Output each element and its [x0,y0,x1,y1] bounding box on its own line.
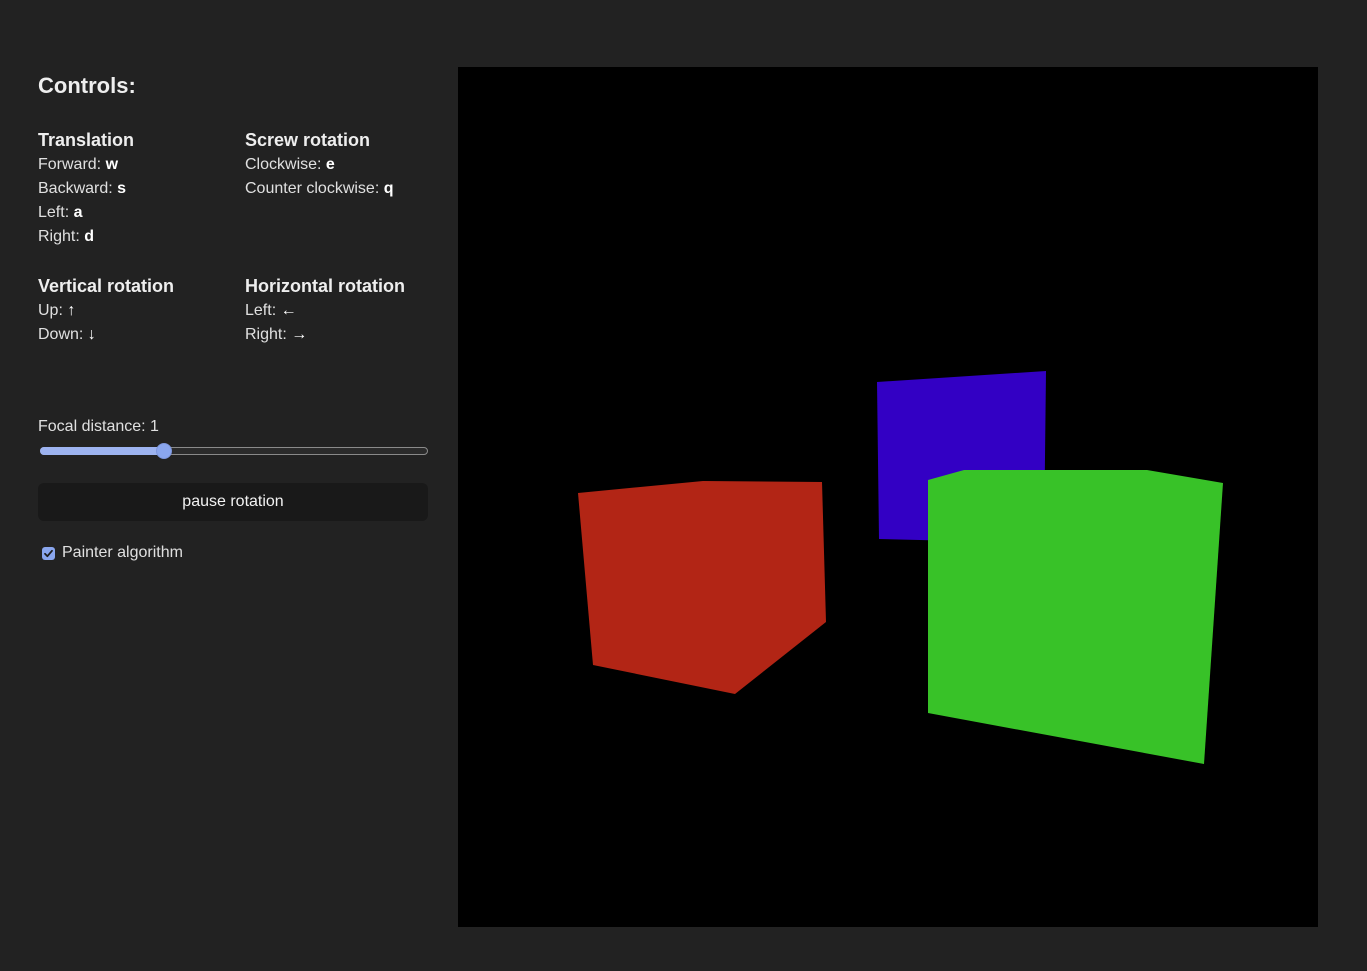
key-row-right: Right: d [38,225,245,249]
key-value: q [383,180,394,197]
key-value: d [84,228,95,245]
painter-algorithm-checkbox[interactable] [42,546,55,560]
focal-distance-control: Focal distance: 1 [38,416,430,460]
key-label: Left: [245,302,281,319]
pause-rotation-button[interactable]: pause rotation [38,483,428,521]
red-cube [578,481,826,694]
key-row-right: Right: → [245,323,430,347]
arrow-up-icon: ↑ [67,302,76,319]
key-value: e [325,156,335,173]
screw-rotation-group: Screw rotation Clockwise: e Counter cloc… [245,127,430,249]
painter-algorithm-label: Painter algorithm [62,544,183,561]
key-label: Clockwise: [245,156,326,173]
horizontal-rotation-group: Horizontal rotation Left: ← Right: → [245,273,430,347]
translation-group: Translation Forward: w Backward: s Left:… [38,127,245,249]
key-label: Down: [38,326,88,343]
key-label: Forward: [38,156,106,173]
key-row-down: Down: ↓ [38,323,245,347]
slider-fill [40,447,165,455]
key-row-backward: Backward: s [38,177,245,201]
key-label: Right: [38,228,85,245]
slider-thumb[interactable] [156,443,173,459]
focal-distance-slider[interactable] [38,442,428,460]
key-label: Right: [245,326,292,343]
key-label: Up: [38,302,68,319]
key-row-up: Up: ↑ [38,299,245,323]
key-label: Left: [38,204,74,221]
key-value: s [117,180,127,197]
green-cube [928,470,1223,764]
focal-distance-label: Focal distance: 1 [38,418,159,435]
key-row-clockwise: Clockwise: e [245,153,430,177]
key-label: Counter clockwise: [245,180,384,197]
key-value: w [105,156,119,173]
arrow-down-icon: ↓ [87,326,96,343]
scene-svg [578,371,1223,764]
painter-algorithm-option[interactable]: Painter algorithm [42,544,183,562]
group-title: Screw rotation [245,130,371,150]
key-label: Backward: [38,180,118,197]
checkmark-icon [44,549,53,557]
key-row-counter-clockwise: Counter clockwise: q [245,177,430,201]
vertical-rotation-group: Vertical rotation Up: ↑ Down: ↓ [38,273,245,347]
key-value: a [73,204,83,221]
control-groups: Translation Forward: w Backward: s Left:… [38,127,430,371]
controls-panel: Controls: Translation Forward: w Backwar… [38,70,430,371]
group-title: Translation [38,130,135,150]
key-row-left: Left: ← [245,299,430,323]
key-row-left: Left: a [38,201,245,225]
key-row-forward: Forward: w [38,153,245,177]
arrow-right-icon: → [291,326,308,343]
arrow-left-icon: ← [280,302,297,319]
group-title: Horizontal rotation [245,276,405,296]
group-title: Vertical rotation [38,276,175,296]
controls-title: Controls: [38,73,136,98]
render-canvas[interactable] [458,67,1318,927]
